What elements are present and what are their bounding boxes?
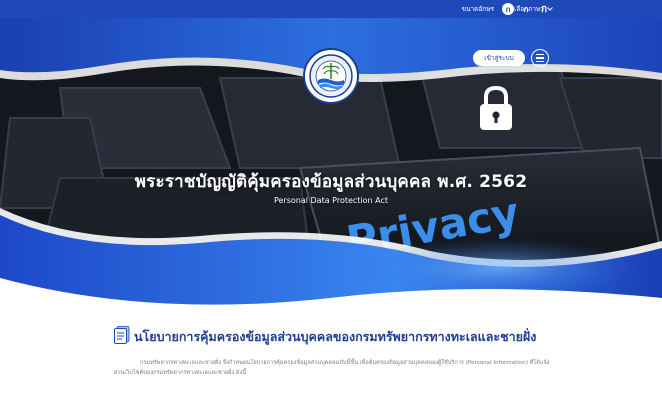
top-utility-bar: ขนาดอักษร ก ก ก เลือกภาษา xyxy=(0,0,662,18)
topbar-divider xyxy=(508,4,509,14)
organization-logo[interactable] xyxy=(303,48,359,104)
logo-emblem-icon xyxy=(309,54,353,98)
section-title: นโยบายการคุ้มครองข้อมูลส่วนบุคคลของกรมทร… xyxy=(134,329,537,344)
login-button[interactable]: เข้าสู่ระบบ xyxy=(473,50,525,66)
font-size-label: ขนาดอักษร xyxy=(461,5,494,13)
language-selector[interactable]: เลือกภาษา xyxy=(514,4,553,14)
chevron-down-icon xyxy=(547,7,553,11)
hero-title: พระราชบัญญัติคุ้มครองข้อมูลส่วนบุคคล พ.ศ… xyxy=(134,172,528,192)
hamburger-menu-icon[interactable] xyxy=(531,49,549,67)
language-label: เลือกภาษา xyxy=(514,5,544,13)
document-icon xyxy=(114,326,130,344)
policy-section: นโยบายการคุ้มครองข้อมูลส่วนบุคคลของกรมทร… xyxy=(0,318,662,406)
policy-paragraph: กรมทรัพยากรทางทะเลและชายฝั่ง จึงกำหนดนโย… xyxy=(114,360,550,376)
hero-subtitle: Personal Data Protection Act xyxy=(273,196,389,205)
hero-banner: Privacy เข้าสู่ระบบ พระราชบัญญัติคุ้มครอ… xyxy=(0,18,662,318)
